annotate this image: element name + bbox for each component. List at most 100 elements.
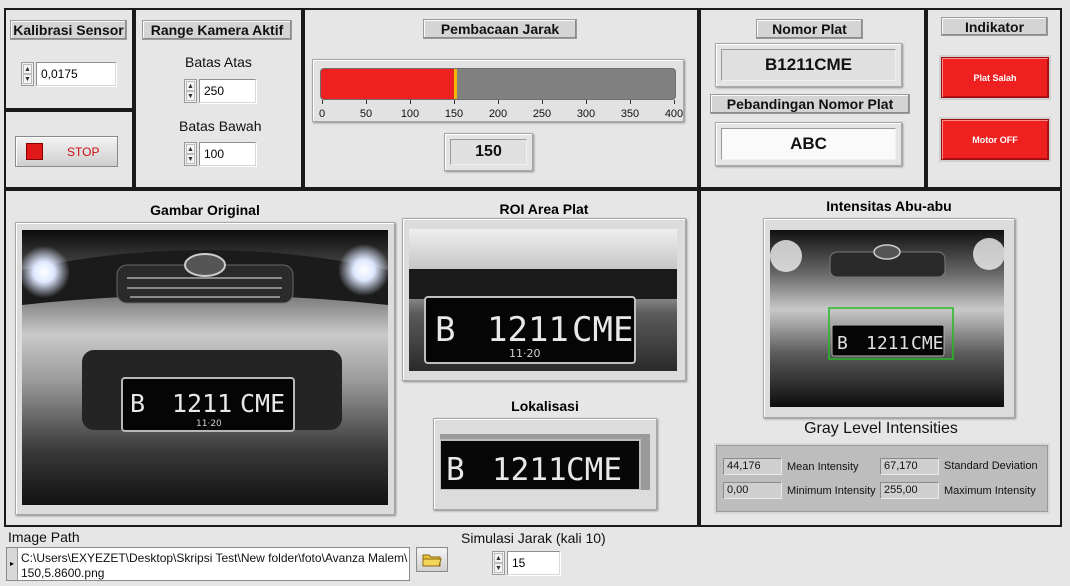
svg-text:1211: 1211 bbox=[866, 333, 909, 354]
simulasi-spinner[interactable]: ▲ ▼ bbox=[492, 551, 505, 575]
simulasi-label: Simulasi Jarak (kali 10) bbox=[461, 530, 606, 546]
gray-level-title: Gray Level Intensities bbox=[804, 420, 958, 437]
roi-title: ROI Area Plat bbox=[499, 201, 589, 217]
scale-tick bbox=[322, 100, 323, 104]
jarak-progress-marker bbox=[453, 69, 457, 99]
std-dev-value: 67,170 bbox=[880, 458, 939, 475]
scale-tick-label: 0 bbox=[318, 108, 326, 120]
batas-atas-label: Batas Atas bbox=[185, 54, 252, 70]
scale-tick bbox=[454, 100, 455, 104]
scale-tick-label: 300 bbox=[576, 108, 596, 120]
original-title: Gambar Original bbox=[150, 202, 260, 218]
nomor-plat-value: B1211CME bbox=[721, 49, 896, 81]
spin-up-icon[interactable]: ▲ bbox=[186, 144, 195, 154]
spin-up-icon[interactable]: ▲ bbox=[23, 64, 32, 74]
svg-text:1211: 1211 bbox=[487, 310, 569, 350]
batas-atas-input[interactable]: 250 bbox=[199, 79, 256, 103]
min-intensity-label: Minimum Intensity bbox=[787, 485, 876, 497]
stop-square-icon bbox=[26, 143, 43, 160]
spin-down-icon[interactable]: ▼ bbox=[186, 154, 195, 164]
kalibrasi-spinner[interactable]: ▲ ▼ bbox=[21, 62, 34, 86]
pebandingan-input[interactable]: ABC bbox=[721, 128, 896, 160]
batas-bawah-numeric[interactable]: ▲ ▼ 100 bbox=[184, 142, 256, 166]
spin-up-icon[interactable]: ▲ bbox=[186, 81, 195, 91]
scale-tick bbox=[410, 100, 411, 104]
min-intensity-value: 0,00 bbox=[723, 482, 782, 499]
jarak-progress-fill bbox=[321, 69, 455, 99]
image-path-line2[interactable]: 150,5.8600.png bbox=[21, 566, 104, 580]
scale-tick bbox=[542, 100, 543, 104]
stop-button[interactable]: STOP bbox=[15, 136, 118, 167]
jarak-progress-bar bbox=[320, 68, 676, 100]
kalibrasi-input[interactable]: 0,0175 bbox=[36, 62, 116, 86]
original-plate-mid: 1211 bbox=[172, 389, 232, 418]
batas-bawah-spinner[interactable]: ▲ ▼ bbox=[184, 142, 197, 166]
scale-tick-label: 200 bbox=[488, 108, 508, 120]
svg-text:B: B bbox=[837, 333, 848, 354]
std-dev-label: Standard Deviation bbox=[944, 460, 1038, 472]
scale-tick bbox=[674, 100, 675, 104]
jarak-value-display: 150 bbox=[444, 133, 533, 171]
jarak-scale: 0 50 100 150 200 250 300 350 400 bbox=[319, 100, 683, 122]
spin-down-icon[interactable]: ▼ bbox=[186, 91, 195, 101]
svg-text:CME: CME bbox=[566, 452, 622, 488]
scale-tick-label: 250 bbox=[532, 108, 552, 120]
original-plate-left: B bbox=[130, 389, 145, 418]
nomor-plat-display: B1211CME bbox=[715, 43, 902, 87]
intensitas-title: Intensitas Abu-abu bbox=[826, 198, 952, 214]
svg-text:CME: CME bbox=[911, 333, 944, 354]
path-icon: ▸ bbox=[7, 548, 18, 580]
simulasi-input[interactable]: 15 bbox=[507, 551, 560, 575]
image-path-line1[interactable]: C:\Users\EXYEZET\Desktop\Skripsi Test\Ne… bbox=[21, 551, 407, 565]
simulasi-numeric[interactable]: ▲ ▼ 15 bbox=[492, 551, 560, 575]
image-path-label: Image Path bbox=[8, 529, 80, 545]
range-title: Range Kamera Aktif bbox=[142, 20, 292, 40]
scale-tick-label: 100 bbox=[400, 108, 420, 120]
motor-off-led[interactable]: Motor OFF bbox=[941, 119, 1049, 160]
lokalisasi-image: B 1211 CME bbox=[440, 434, 650, 490]
lokalisasi-title: Lokalisasi bbox=[511, 398, 579, 414]
scale-tick-label: 50 bbox=[359, 108, 373, 120]
mean-intensity-value: 44,176 bbox=[723, 458, 782, 475]
stop-button-label: STOP bbox=[67, 144, 100, 159]
scale-tick bbox=[366, 100, 367, 104]
roi-image: B 1211 CME 11·20 bbox=[409, 229, 677, 371]
max-intensity-value: 255,00 bbox=[880, 482, 939, 499]
mean-intensity-label: Mean Intensity bbox=[787, 461, 859, 473]
image-path-control[interactable]: ▸ C:\Users\EXYEZET\Desktop\Skripsi Test\… bbox=[6, 547, 410, 581]
jarak-value: 150 bbox=[450, 139, 527, 165]
original-plate-sub: 11·20 bbox=[196, 419, 222, 429]
scale-tick bbox=[498, 100, 499, 104]
max-intensity-label: Maximum Intensity bbox=[944, 485, 1036, 497]
kalibrasi-numeric[interactable]: ▲ ▼ 0,0175 bbox=[21, 62, 116, 86]
svg-text:CME: CME bbox=[572, 310, 633, 350]
batas-atas-spinner[interactable]: ▲ ▼ bbox=[184, 79, 197, 103]
batas-bawah-label: Batas Bawah bbox=[179, 118, 262, 134]
original-plate-right: CME bbox=[240, 389, 285, 418]
folder-icon bbox=[422, 554, 442, 566]
jarak-title: Pembacaan Jarak bbox=[423, 19, 577, 39]
intensitas-gray-image: B 1211 CME bbox=[770, 230, 1004, 407]
spin-up-icon[interactable]: ▲ bbox=[494, 553, 503, 563]
spin-down-icon[interactable]: ▼ bbox=[23, 74, 32, 84]
spin-down-icon[interactable]: ▼ bbox=[494, 563, 503, 573]
svg-text:11·20: 11·20 bbox=[509, 347, 541, 360]
nomor-plat-title: Nomor Plat bbox=[756, 19, 863, 39]
pebandingan-title: Pebandingan Nomor Plat bbox=[710, 94, 910, 114]
scale-tick-label: 150 bbox=[444, 108, 464, 120]
scale-tick-label: 400 bbox=[664, 108, 684, 120]
indikator-title: Indikator bbox=[941, 17, 1048, 36]
svg-text:B: B bbox=[435, 310, 455, 350]
pebandingan-display: ABC bbox=[715, 122, 902, 166]
scale-tick-label: 350 bbox=[620, 108, 640, 120]
batas-atas-numeric[interactable]: ▲ ▼ 250 bbox=[184, 79, 256, 103]
scale-tick bbox=[630, 100, 631, 104]
original-car-image: B 1211 CME 11·20 bbox=[22, 230, 388, 505]
batas-bawah-input[interactable]: 100 bbox=[199, 142, 256, 166]
gray-stats-cluster bbox=[714, 443, 1050, 514]
scale-tick bbox=[586, 100, 587, 104]
svg-text:B: B bbox=[446, 452, 465, 488]
plat-salah-led[interactable]: Plat Salah bbox=[941, 57, 1049, 98]
kalibrasi-title: Kalibrasi Sensor bbox=[10, 20, 127, 40]
browse-button[interactable] bbox=[416, 547, 448, 572]
